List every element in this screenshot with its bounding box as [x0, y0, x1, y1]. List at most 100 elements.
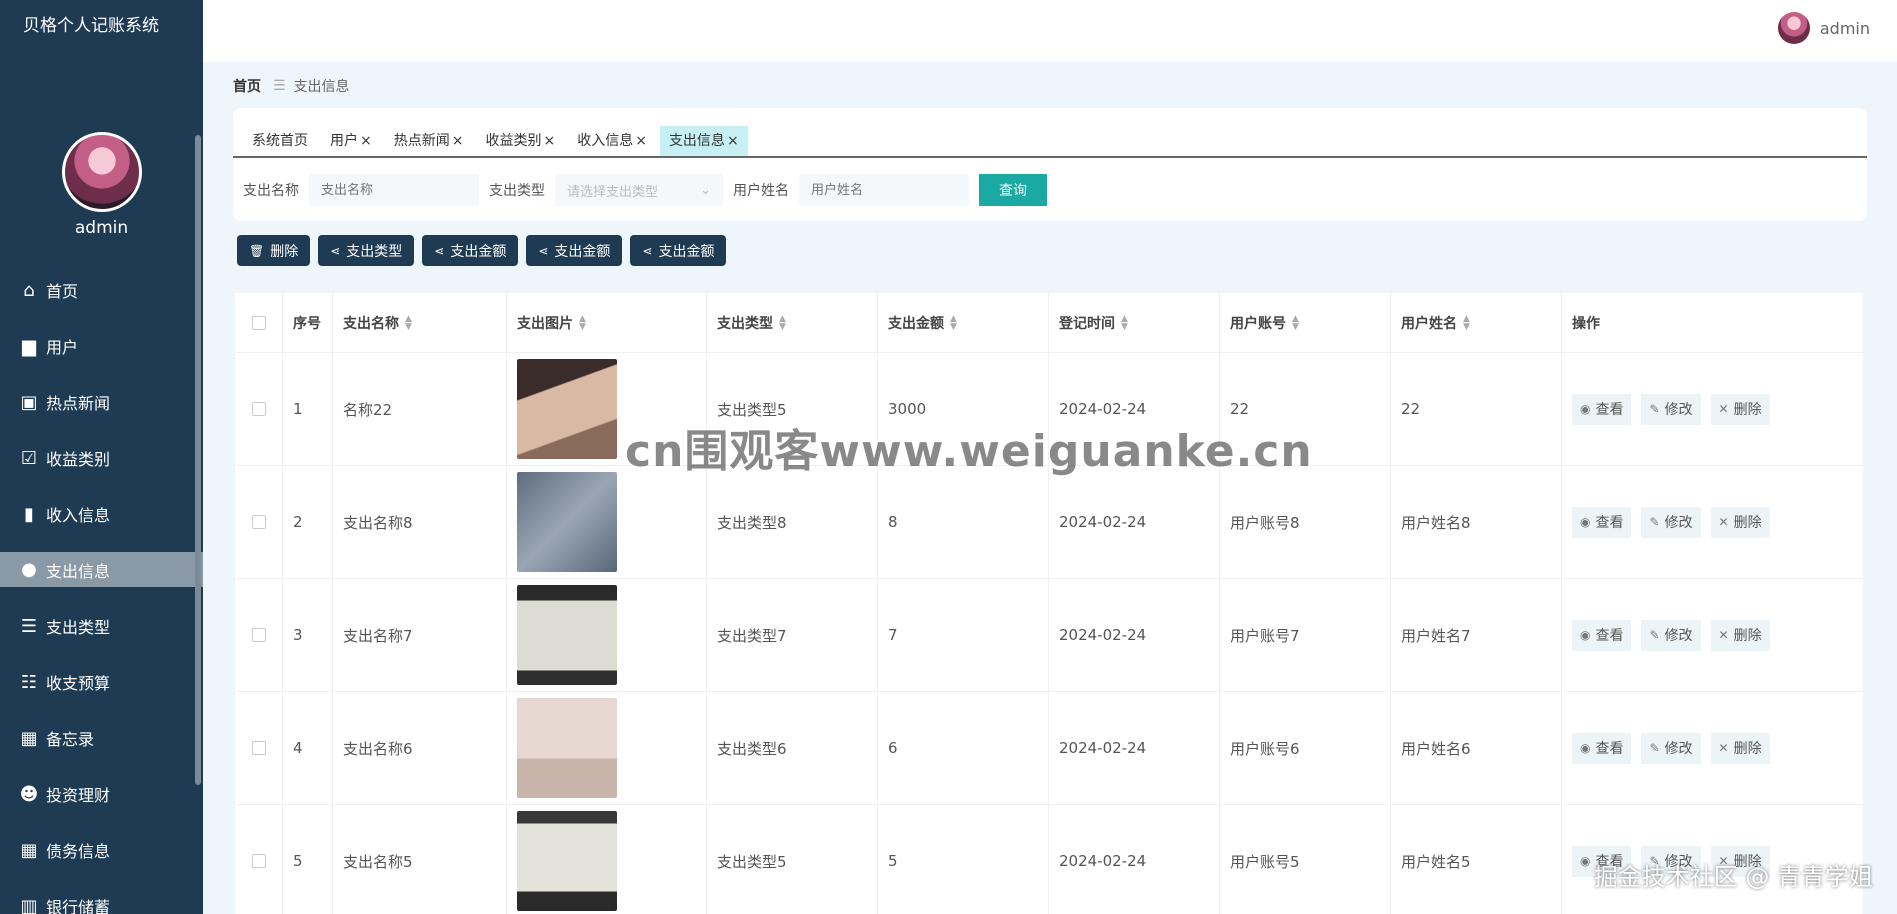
sliders-icon: ☷ [20, 671, 38, 693]
sidebar-item-home[interactable]: ⌂ 首页 [0, 262, 203, 318]
sidebar-item-user[interactable]: ▆ 用户 [0, 318, 203, 374]
tab-label: 收益类别 [485, 133, 542, 149]
button-label: 支出类型 [346, 243, 403, 260]
tab-income-info[interactable]: 收入信息 × [568, 126, 656, 156]
view-button[interactable]: ◉ 查看 [1572, 506, 1632, 538]
view-button[interactable]: ◉ 查看 [1572, 619, 1632, 651]
sort-icon[interactable]: ▲ ▼ [405, 314, 412, 331]
expense-name-input[interactable] [309, 174, 479, 206]
expense-type-stats-button[interactable]: ⋖ 支出类型 [318, 235, 415, 266]
cell-amount: 7 [878, 579, 1049, 691]
cell-time: 2024-02-24 [1049, 579, 1220, 691]
cell-user: 用户姓名7 [1391, 579, 1562, 691]
close-icon[interactable]: × [543, 133, 555, 149]
cell-image [507, 805, 707, 914]
delete-button[interactable]: ✕ 删除 [1710, 732, 1770, 764]
bulb-icon: ● [21, 559, 37, 580]
row-checkbox[interactable] [251, 402, 266, 416]
tab-label: 支出信息 [668, 133, 725, 149]
tab-news[interactable]: 热点新闻 × [385, 126, 473, 156]
batch-delete-button[interactable]: 🗑 删除 [237, 235, 311, 266]
sort-icon[interactable]: ▲ ▼ [579, 314, 586, 331]
header-amount[interactable]: 支出金额 ▲ ▼ [878, 293, 1049, 352]
grid-icon: ▦ [20, 727, 38, 749]
expense-image[interactable] [517, 698, 617, 798]
sidebar-item-expense-type[interactable]: ☰ 支出类型 [0, 598, 203, 654]
delete-button[interactable]: ✕ 删除 [1710, 393, 1770, 425]
query-button[interactable]: 查询 [979, 174, 1047, 206]
sidebar-item-label: 银行储蓄 [46, 898, 111, 914]
expense-image[interactable] [517, 359, 617, 459]
select-all-checkbox[interactable] [251, 315, 266, 330]
expense-image[interactable] [517, 585, 617, 685]
user-menu[interactable]: admin [1777, 12, 1870, 44]
header-name[interactable]: 支出名称 ▲ ▼ [333, 293, 507, 352]
trash-icon: 🗑 [249, 243, 265, 258]
row-checkbox[interactable] [251, 628, 266, 642]
expense-table: 序号 支出名称 ▲ ▼ 支出图片 ▲ ▼ 支出类型 ▲ ▼ 支出金额 ▲ ▼ 登记时间 ▲ ▼ 用户… [235, 293, 1863, 914]
sidebar-scrollbar[interactable] [195, 135, 201, 785]
edit-button[interactable]: ✎ 修改 [1641, 619, 1701, 651]
close-icon: ✕ [1718, 402, 1729, 416]
sidebar-item-investment[interactable]: ☻ 投资理财 [0, 766, 203, 822]
header-label: 支出名称 [343, 315, 399, 332]
row-checkbox[interactable] [251, 515, 266, 529]
header-type[interactable]: 支出类型 ▲ ▼ [707, 293, 878, 352]
header-label: 用户姓名 [1401, 315, 1457, 332]
avatar[interactable] [61, 132, 142, 212]
expense-image[interactable] [517, 472, 617, 572]
expense-amount-stats-button-3[interactable]: ⋖ 支出金额 [630, 235, 727, 266]
avatar[interactable] [1777, 12, 1810, 44]
edit-button[interactable]: ✎ 修改 [1641, 732, 1701, 764]
sidebar-item-memo[interactable]: ▦ 备忘录 [0, 710, 203, 766]
sort-icon[interactable]: ▲ ▼ [1121, 314, 1128, 331]
row-checkbox[interactable] [251, 741, 266, 755]
expense-amount-stats-button-1[interactable]: ⋖ 支出金额 [422, 235, 519, 266]
header-image[interactable]: 支出图片 ▲ ▼ [507, 293, 707, 352]
sidebar-item-label: 收益类别 [46, 450, 111, 469]
header-account[interactable]: 用户账号 ▲ ▼ [1220, 293, 1391, 352]
expense-image[interactable] [517, 811, 617, 911]
sidebar-item-income-info[interactable]: ▮ 收入信息 [0, 486, 203, 542]
cell-name: 名称22 [333, 353, 507, 465]
header-time[interactable]: 登记时间 ▲ ▼ [1049, 293, 1220, 352]
share-icon: ⋖ [538, 243, 549, 258]
sort-icon[interactable]: ▲ ▼ [950, 314, 957, 331]
view-button[interactable]: ◉ 查看 [1572, 393, 1632, 425]
row-select-cell [235, 579, 283, 691]
header-user[interactable]: 用户姓名 ▲ ▼ [1391, 293, 1562, 352]
close-icon[interactable]: × [452, 133, 464, 149]
button-label: 查看 [1595, 628, 1624, 644]
close-icon[interactable]: × [727, 133, 739, 149]
sidebar-item-news[interactable]: ▣ 热点新闻 [0, 374, 203, 430]
breadcrumb-home[interactable]: 首页 [233, 76, 261, 96]
sidebar-item-label: 债务信息 [46, 842, 111, 861]
expense-amount-stats-button-2[interactable]: ⋖ 支出金额 [526, 235, 623, 266]
expense-type-select[interactable]: 请选择支出类型 ⌄ [555, 174, 723, 206]
user-name-input[interactable] [799, 174, 969, 206]
tab-income-category[interactable]: 收益类别 × [476, 126, 564, 156]
sidebar-item-savings[interactable]: ▥ 银行储蓄 [0, 878, 203, 914]
close-icon[interactable]: × [635, 133, 647, 149]
sidebar-item-budget[interactable]: ☷ 收支预算 [0, 654, 203, 710]
tab-user[interactable]: 用户 × [321, 126, 381, 156]
delete-button[interactable]: ✕ 删除 [1710, 619, 1770, 651]
sidebar-item-debt[interactable]: ▦ 债务信息 [0, 822, 203, 878]
edit-button[interactable]: ✎ 修改 [1641, 506, 1701, 538]
close-icon[interactable]: × [360, 133, 372, 149]
sort-icon[interactable]: ▲ ▼ [1292, 314, 1299, 331]
edit-button[interactable]: ✎ 修改 [1641, 393, 1701, 425]
delete-button[interactable]: ✕ 删除 [1710, 506, 1770, 538]
sidebar-item-expense-info[interactable]: ● 支出信息 [0, 552, 203, 587]
cell-account: 用户账号6 [1220, 692, 1391, 804]
top-bar: admin [203, 0, 1897, 62]
sidebar-item-income-category[interactable]: ☑ 收益类别 [0, 430, 203, 486]
button-label: 删除 [270, 243, 299, 260]
sort-icon[interactable]: ▲ ▼ [1463, 314, 1470, 331]
view-button[interactable]: ◉ 查看 [1572, 732, 1632, 764]
tab-expense-info[interactable]: 支出信息 × [659, 126, 748, 156]
row-checkbox[interactable] [251, 854, 266, 868]
header-label: 支出图片 [517, 315, 573, 332]
sort-icon[interactable]: ▲ ▼ [779, 314, 786, 331]
tab-system-home[interactable]: 系统首页 [243, 126, 317, 156]
